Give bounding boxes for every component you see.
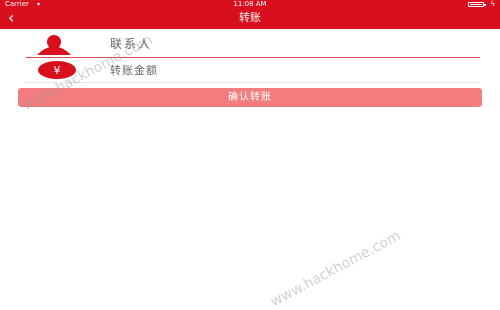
confirm-transfer-button[interactable]: 确认转账 bbox=[18, 88, 482, 107]
contact-input[interactable] bbox=[110, 36, 470, 52]
charging-icon: ϟ bbox=[490, 0, 495, 8]
navigation-bar: ‹ 转账 bbox=[0, 9, 500, 29]
page-title: 转账 bbox=[239, 11, 261, 24]
battery-icon bbox=[468, 2, 486, 7]
clock: 11:08 AM bbox=[233, 0, 267, 8]
amount-row[interactable]: ¥ bbox=[0, 58, 500, 82]
amount-input[interactable] bbox=[110, 63, 470, 79]
contact-person-icon bbox=[37, 35, 71, 55]
svg-text:¥: ¥ bbox=[54, 64, 61, 77]
contact-row[interactable] bbox=[0, 31, 500, 55]
status-bar: Carrier ▾ 11:08 AM ϟ bbox=[0, 0, 500, 9]
watermark: www.hackhome.com bbox=[268, 228, 404, 310]
yen-icon: ¥ bbox=[38, 61, 76, 79]
amount-divider bbox=[26, 82, 480, 83]
